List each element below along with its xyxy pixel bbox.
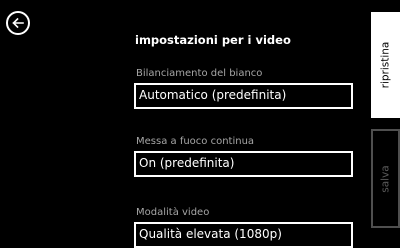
video-mode-label: Modalità video (136, 207, 210, 218)
back-button[interactable] (6, 11, 30, 35)
save-button[interactable]: salva (371, 129, 400, 228)
continuous-focus-picker[interactable]: On (predefinita) (134, 151, 353, 177)
white-balance-picker[interactable]: Automatico (predefinita) (134, 83, 353, 109)
save-button-label: salva (379, 164, 392, 193)
white-balance-label: Bilanciamento del bianco (136, 68, 263, 79)
page-title: impostazioni per i video (135, 33, 291, 47)
video-mode-picker[interactable]: Qualità elevata (1080p) (134, 222, 353, 248)
reset-button[interactable]: ripristina (371, 12, 400, 118)
reset-button-label: ripristina (379, 41, 392, 89)
back-arrow-icon (12, 17, 24, 29)
continuous-focus-label: Messa a fuoco continua (136, 136, 255, 147)
